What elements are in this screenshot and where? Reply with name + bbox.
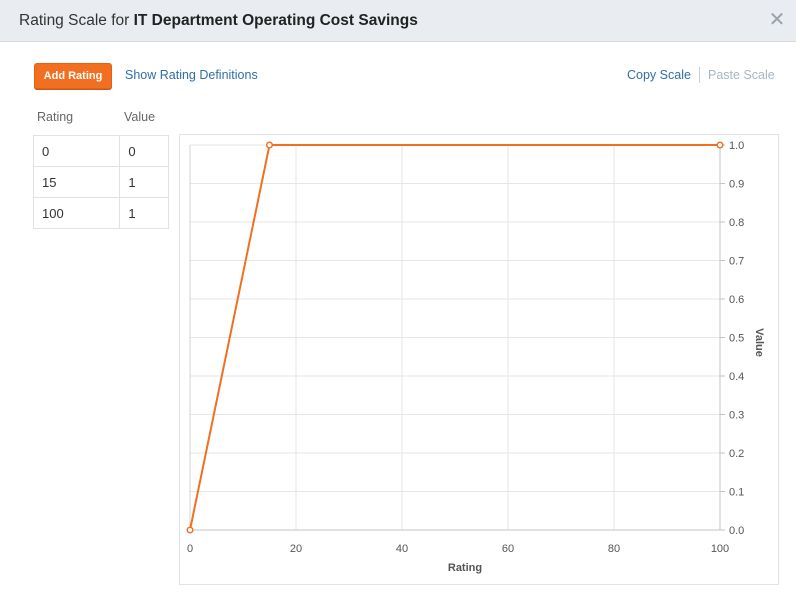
column-header-value: Value — [124, 110, 156, 124]
x-axis-label: Rating — [448, 562, 482, 574]
copy-scale-link[interactable]: Copy Scale — [627, 68, 691, 82]
y-tick-label: 0.0 — [729, 525, 744, 537]
x-tick-label: 100 — [711, 543, 729, 555]
y-tick-label: 0.8 — [729, 217, 744, 229]
x-tick-label: 60 — [502, 543, 514, 555]
value-cell[interactable]: 1 — [119, 166, 169, 198]
dialog-header: Rating Scale for IT Department Operating… — [0, 0, 796, 42]
y-tick-label: 0.9 — [729, 179, 744, 191]
y-tick-label: 0.7 — [729, 256, 744, 268]
table-row: 15 1 — [32, 166, 169, 198]
add-rating-button[interactable]: Add Rating — [34, 63, 112, 89]
y-tick-label: 0.2 — [729, 448, 744, 460]
data-point — [716, 141, 724, 149]
x-tick-label: 20 — [290, 543, 302, 555]
y-tick-label: 0.3 — [729, 410, 744, 422]
x-tick-label: 40 — [396, 543, 408, 555]
y-axis-label: Value — [753, 328, 765, 357]
dialog-title: Rating Scale for IT Department Operating… — [19, 12, 418, 30]
y-tick-label: 0.4 — [729, 371, 744, 383]
show-rating-definitions-link[interactable]: Show Rating Definitions — [125, 68, 258, 82]
y-tick-label: 0.6 — [729, 294, 744, 306]
data-point — [265, 141, 274, 149]
rating-cell[interactable]: 15 — [32, 166, 121, 198]
rating-cell[interactable]: 100 — [32, 197, 121, 229]
data-point — [186, 526, 194, 534]
y-tick-label: 1.0 — [729, 140, 744, 152]
y-tick-label: 0.1 — [729, 487, 744, 499]
value-cell[interactable]: 0 — [119, 135, 169, 167]
toolbar-divider — [699, 67, 700, 83]
table-row: 0 0 — [32, 135, 169, 167]
paste-scale-link: Paste Scale — [708, 68, 775, 82]
rating-table: 0 0 15 1 100 1 — [32, 135, 169, 229]
rating-scale-chart: 0 20 40 60 80 1000.0 0.1 0.2 0.3 0.4 0.5 0.6 0.7 0.8 0… — [186, 140, 765, 574]
dialog-title-prefix: Rating Scale for — [19, 12, 134, 29]
close-icon[interactable]: ✕ — [768, 9, 786, 31]
table-row: 100 1 — [32, 197, 169, 229]
dialog-title-subject: IT Department Operating Cost Savings — [133, 12, 418, 29]
x-tick-label: 80 — [608, 543, 620, 555]
y-tick-label: 0.5 — [729, 333, 744, 345]
column-header-rating: Rating — [37, 110, 74, 124]
value-cell[interactable]: 1 — [119, 197, 169, 229]
x-tick-label: 0 — [187, 543, 193, 555]
rating-cell[interactable]: 0 — [32, 135, 121, 167]
